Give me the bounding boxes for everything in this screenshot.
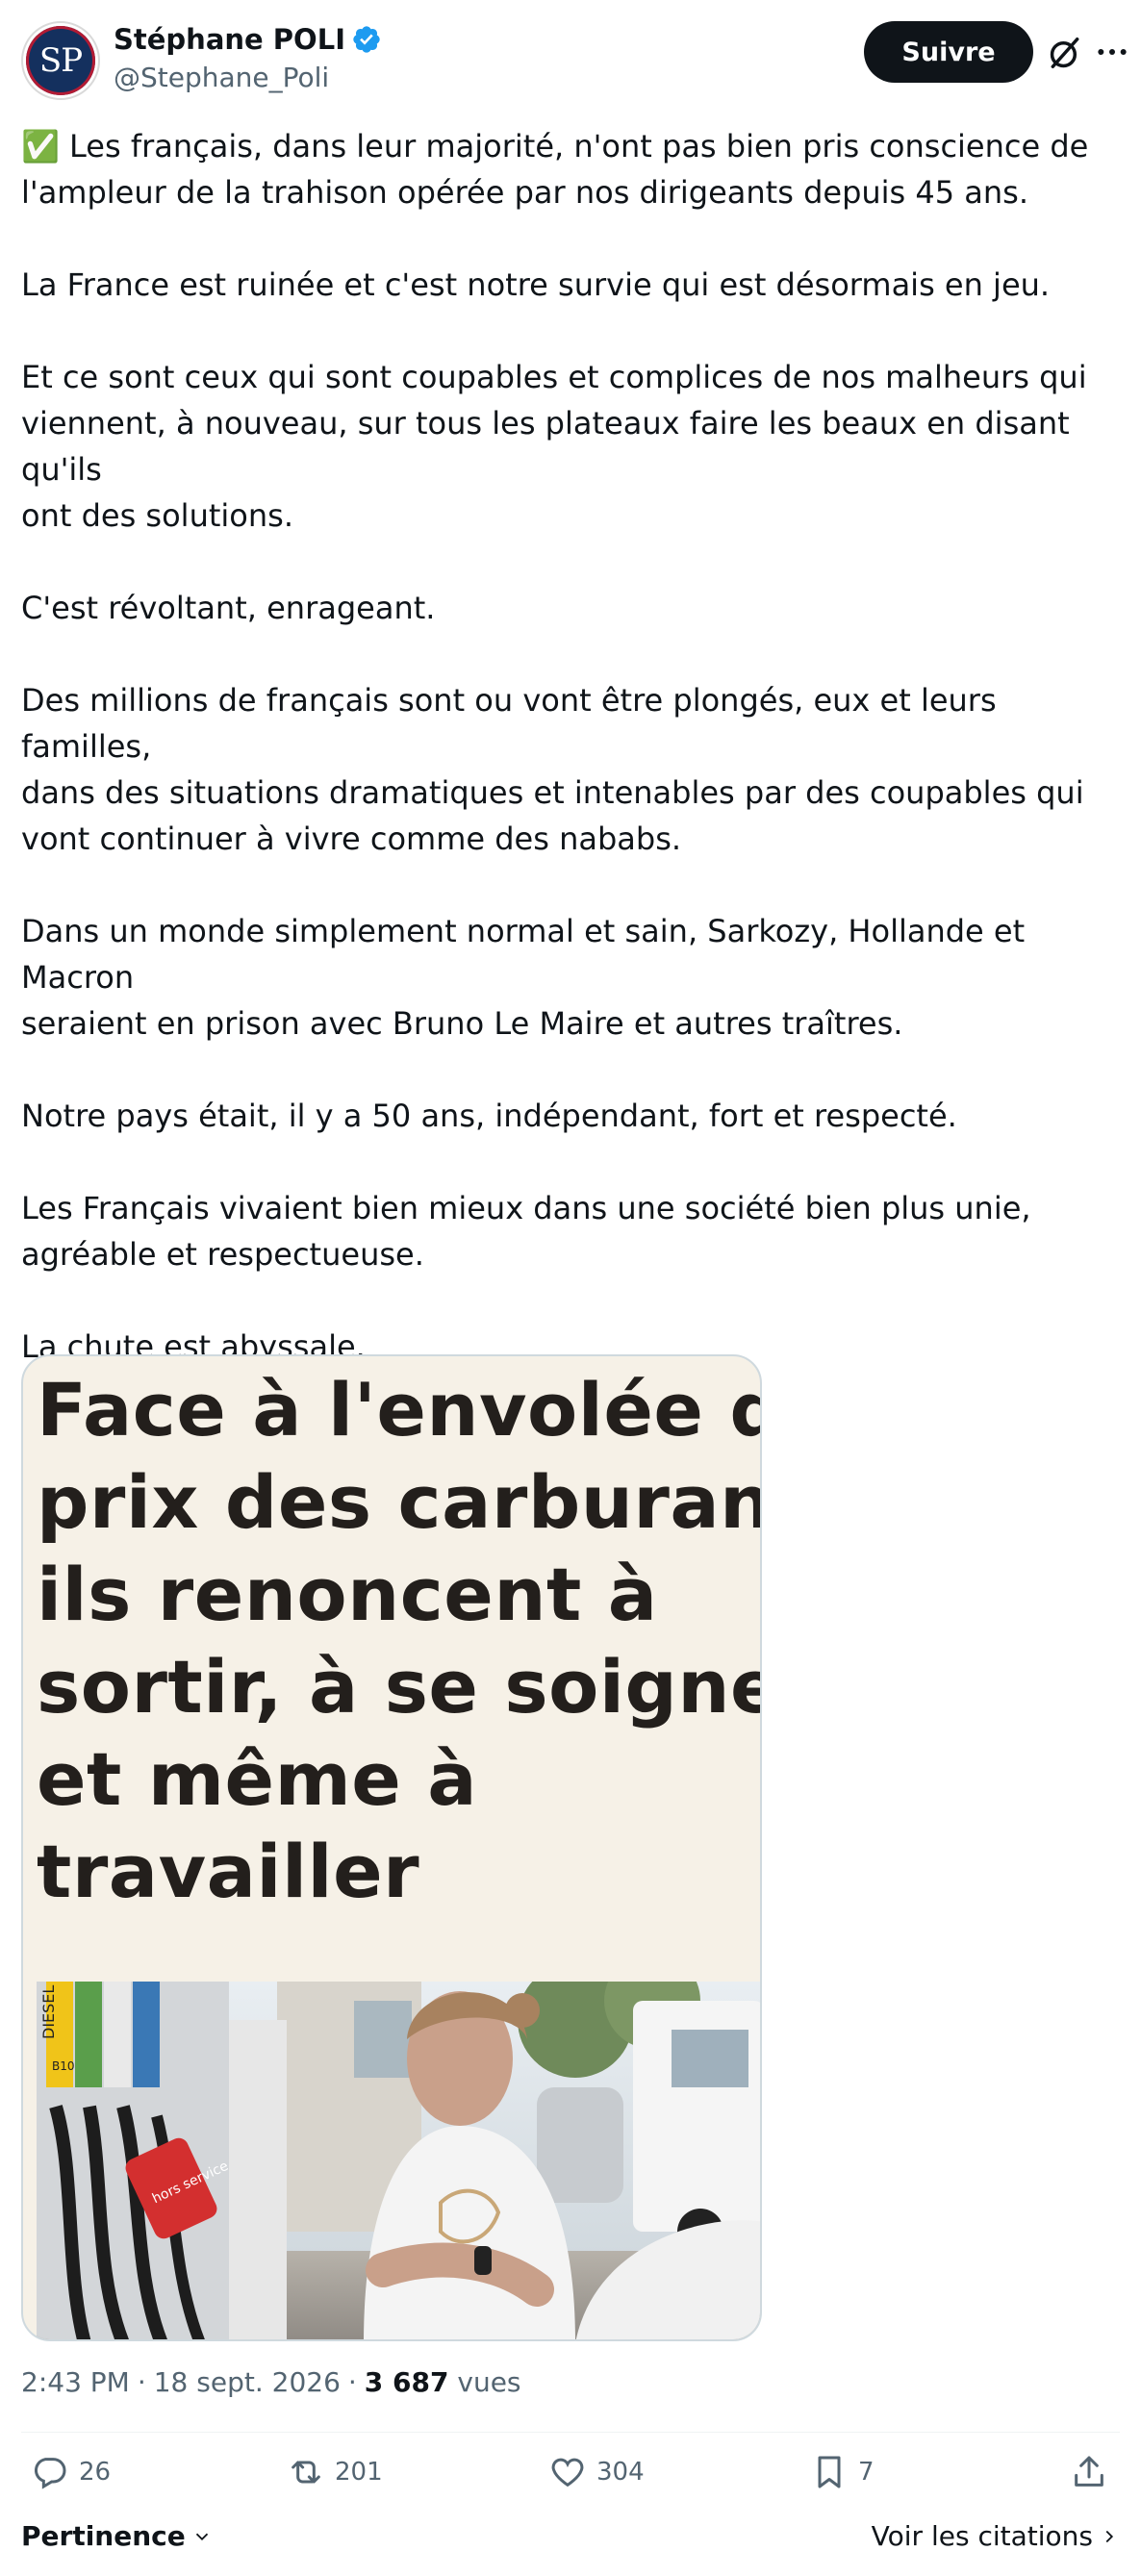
reply-icon	[34, 2458, 66, 2489]
reply-count: 26	[79, 2458, 112, 2487]
repost-icon	[292, 2461, 320, 2484]
tweet-media-image[interactable]: Face à l'envolée des prix des carburants…	[21, 1354, 762, 2341]
views-label: vues	[457, 2366, 521, 2398]
tweet-text: ✅ Les français, dans leur majorité, n'on…	[21, 123, 1128, 1462]
more-options-icon[interactable]	[1093, 33, 1131, 71]
tweet-paragraph: Notre pays était, il y a 50 ans, indépen…	[21, 1098, 957, 1134]
media-headline-line: ils renoncent à	[37, 1552, 658, 1637]
media-headline-line: travailler	[37, 1829, 420, 1914]
follow-button[interactable]: Suivre	[864, 21, 1033, 83]
view-quotes-link[interactable]: Voir les citations	[872, 2520, 1120, 2552]
repost-count: 201	[335, 2458, 383, 2487]
sort-label: Pertinence	[21, 2520, 186, 2552]
avatar[interactable]: SP	[21, 21, 100, 100]
tweet-paragraph: Et ce sont ceux qui sont coupables et co…	[21, 359, 1087, 534]
views-count: 3 687	[364, 2366, 449, 2398]
media-headline-line: Face à l'envolée des	[37, 1367, 760, 1452]
gas-station-photo: DIESEL B10 hors service	[37, 1982, 760, 2339]
tweet-paragraph: Les Français vivaient bien mieux dans un…	[21, 1190, 1031, 1273]
replies-controls: Pertinence Voir les citations	[21, 2520, 1120, 2563]
media-headline-line: prix des carburants,	[37, 1459, 762, 1545]
separator: ·	[137, 2366, 146, 2398]
media-headline-line: sortir, à se soigner,	[37, 1644, 762, 1730]
like-count: 304	[596, 2458, 645, 2487]
heart-icon	[551, 2458, 584, 2488]
share-button[interactable]	[1070, 2453, 1108, 2491]
tweet-timestamp-row: 2:43 PM · 18 sept. 2026 · 3 687 vues	[21, 2366, 521, 2398]
tweet-paragraph: C'est révoltant, enrageant.	[21, 590, 436, 626]
tweet-time[interactable]: 2:43 PM	[21, 2366, 130, 2398]
tweet-paragraph: La France est ruinée et c'est notre surv…	[21, 266, 1051, 303]
pump-label-diesel: DIESEL	[39, 1985, 58, 2039]
tweet-header: SP Stéphane POLI @Stephane_Poli Suivre	[21, 19, 1127, 106]
bookmark-icon	[818, 2456, 841, 2488]
author-name-row: Stéphane POLI	[114, 23, 382, 56]
tweet-date[interactable]: 18 sept. 2026	[154, 2366, 341, 2398]
divider	[21, 2432, 1120, 2433]
quotes-label: Voir les citations	[871, 2520, 1093, 2552]
separator: ·	[347, 2366, 357, 2398]
tweet-actions-bar: 26 201 304 7	[21, 2453, 1120, 2511]
reply-button[interactable]: 26	[31, 2453, 111, 2491]
verified-badge-icon	[353, 26, 380, 53]
grok-icon[interactable]	[1047, 35, 1083, 71]
pump-label-b10: B10	[52, 2059, 75, 2073]
avatar-initials: SP	[26, 26, 95, 95]
tweet-paragraph: Des millions de français sont ou vont êt…	[21, 682, 1084, 857]
author-handle[interactable]: @Stephane_Poli	[114, 62, 329, 93]
sort-replies-dropdown[interactable]: Pertinence	[21, 2520, 213, 2552]
bookmark-button[interactable]: 7	[810, 2453, 875, 2491]
repost-button[interactable]: 201	[287, 2453, 383, 2491]
bookmark-count: 7	[858, 2458, 875, 2487]
chevron-right-icon	[1105, 2530, 1114, 2542]
like-button[interactable]: 304	[548, 2453, 645, 2491]
chevron-down-icon	[195, 2533, 208, 2540]
media-headline: Face à l'envolée des prix des carburants…	[37, 1364, 762, 1918]
media-headline-line: et même à	[37, 1736, 478, 1822]
share-icon	[1075, 2456, 1103, 2487]
author-display-name[interactable]: Stéphane POLI	[114, 23, 345, 56]
tweet-paragraph: ✅ Les français, dans leur majorité, n'on…	[21, 128, 1089, 211]
tweet-paragraph: Dans un monde simplement normal et sain,…	[21, 913, 1026, 1042]
